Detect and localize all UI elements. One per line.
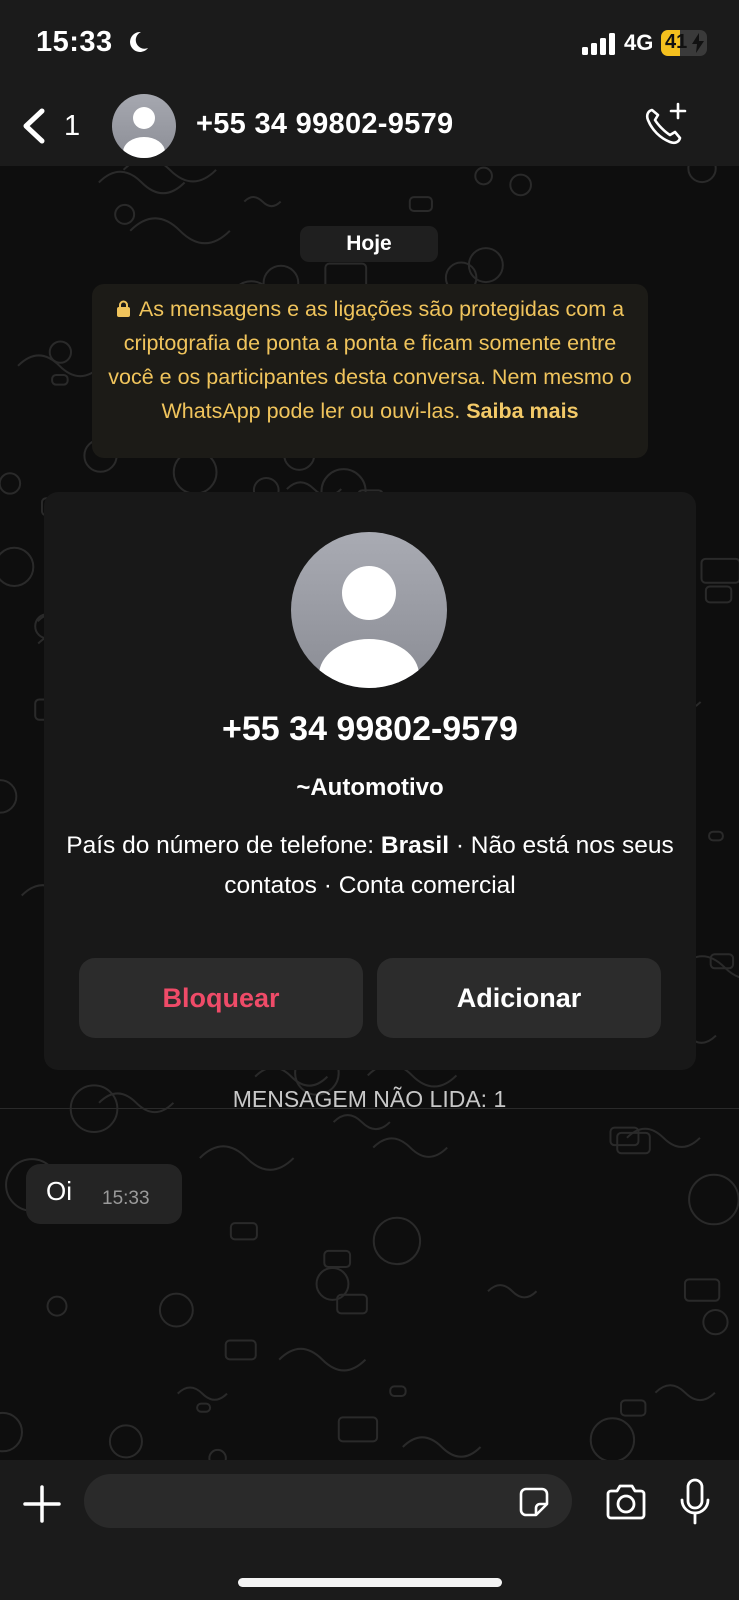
sticker-icon[interactable]	[518, 1486, 550, 1518]
wallpaper-doodle	[199, 1145, 295, 1171]
wallpaper-doodle	[323, 1249, 352, 1269]
wallpaper-doodle	[700, 557, 739, 584]
person-icon	[319, 566, 419, 688]
contact-avatar-large	[291, 532, 447, 688]
separator-dot: ·	[455, 832, 464, 859]
chat-header: 1 +55 34 99802-9579	[0, 88, 739, 166]
chat-area[interactable]: Hoje As mensagens e as ligações são prot…	[0, 166, 739, 1460]
contact-avatar[interactable]	[112, 94, 176, 158]
wallpaper-doodle	[408, 196, 433, 213]
moon-icon	[130, 31, 148, 52]
message-input[interactable]	[84, 1474, 572, 1528]
battery-label: 41	[665, 31, 688, 53]
composer-bar	[0, 1460, 739, 1600]
message-text: Oi	[46, 1176, 72, 1206]
unread-messages-label: MENSAGEM NÃO LIDA: 1	[232, 1086, 507, 1112]
wallpaper-doodle	[688, 1173, 739, 1226]
network-label: 4G	[624, 30, 654, 55]
wallpaper-doodle	[229, 1222, 258, 1241]
message-time: 15:33	[102, 1188, 150, 1209]
separator-dot: ·	[323, 872, 332, 899]
learn-more-link[interactable]: Saiba mais	[466, 399, 578, 423]
back-chevron-icon[interactable]	[20, 108, 48, 144]
wallpaper-doodle	[108, 1424, 143, 1459]
wallpaper-doodle	[402, 1436, 482, 1458]
wallpaper-doodle	[315, 1266, 350, 1301]
wallpaper-doodle	[654, 1384, 716, 1402]
wallpaper-doodle	[278, 1347, 367, 1372]
country-label: País do número de telefone:	[66, 832, 375, 859]
wallpaper-doodle	[474, 166, 493, 186]
contact-details: País do número de telefone: Brasil · Não…	[64, 826, 676, 906]
wallpaper-doodle	[687, 166, 717, 184]
wallpaper-doodle	[616, 1131, 651, 1155]
wallpaper-doodle	[487, 1284, 538, 1299]
wallpaper-doodle	[17, 354, 102, 378]
add-contact-button[interactable]: Adicionar	[377, 958, 661, 1038]
wallpaper-doodle	[709, 953, 735, 970]
wallpaper-doodle	[467, 247, 504, 284]
wallpaper-doodle	[208, 1448, 227, 1460]
wallpaper-doodle	[683, 1278, 721, 1302]
battery-icon: 41	[661, 30, 707, 56]
lock-icon	[116, 300, 130, 317]
wallpaper-doodle	[702, 1309, 729, 1336]
wallpaper-doodle	[51, 373, 69, 386]
add-call-icon[interactable]	[642, 102, 688, 148]
back-unread-count[interactable]: 1	[64, 110, 80, 143]
status-bar: 15:33 4G 41	[0, 0, 739, 88]
wallpaper-doodle	[509, 173, 532, 197]
wallpaper-doodle	[224, 1339, 257, 1361]
wallpaper-doodle	[389, 1385, 407, 1397]
account-type-label: Conta comercial	[338, 872, 516, 899]
contact-name: ~Automotivo	[296, 774, 444, 801]
wallpaper-doodle	[243, 196, 282, 208]
wallpaper-doodle	[158, 1292, 194, 1328]
wallpaper-doodle	[98, 170, 186, 195]
microphone-icon[interactable]	[678, 1478, 712, 1526]
wallpaper-doodle	[332, 1114, 391, 1131]
wallpaper-doodle	[46, 1295, 68, 1317]
contact-phone: +55 34 99802-9579	[222, 710, 518, 748]
contact-title[interactable]: +55 34 99802-9579	[196, 108, 453, 141]
date-separator: Hoje	[300, 226, 438, 262]
encryption-notice[interactable]: As mensagens e as ligações são protegida…	[92, 284, 648, 458]
wallpaper-doodle	[129, 217, 231, 245]
wallpaper-doodle	[0, 472, 22, 495]
incoming-message-bubble[interactable]: Oi 15:33	[26, 1164, 182, 1224]
wallpaper-doodle	[48, 340, 73, 364]
wallpaper-doodle	[704, 585, 733, 604]
status-time: 15:33	[36, 26, 113, 58]
wallpaper-doodle	[372, 1137, 448, 1158]
country-value: Brasil	[380, 832, 449, 859]
wallpaper-doodle	[0, 546, 35, 587]
wallpaper-doodle	[0, 779, 18, 814]
home-indicator	[238, 1578, 502, 1587]
block-button[interactable]: Bloquear	[79, 958, 363, 1038]
wallpaper-doodle	[337, 1416, 379, 1443]
camera-icon[interactable]	[604, 1482, 648, 1522]
wallpaper-doodle	[619, 1399, 647, 1417]
wallpaper-doodle	[589, 1417, 636, 1460]
plus-icon[interactable]	[22, 1484, 62, 1524]
wallpaper-doodle	[372, 1216, 422, 1266]
wallpaper-doodle	[0, 1411, 23, 1453]
wallpaper-doodle	[114, 203, 136, 225]
charging-bolt-icon	[692, 33, 704, 53]
wallpaper-doodle	[609, 1126, 640, 1147]
person-icon	[123, 107, 165, 158]
wallpaper-doodle	[177, 1386, 228, 1401]
wallpaper-doodle	[196, 1402, 212, 1413]
wallpaper-doodle	[254, 1066, 329, 1087]
contact-info-card: +55 34 99802-9579 ~Automotivo País do nú…	[44, 492, 696, 1070]
wallpaper-doodle	[708, 830, 724, 842]
signal-icon	[582, 33, 615, 55]
